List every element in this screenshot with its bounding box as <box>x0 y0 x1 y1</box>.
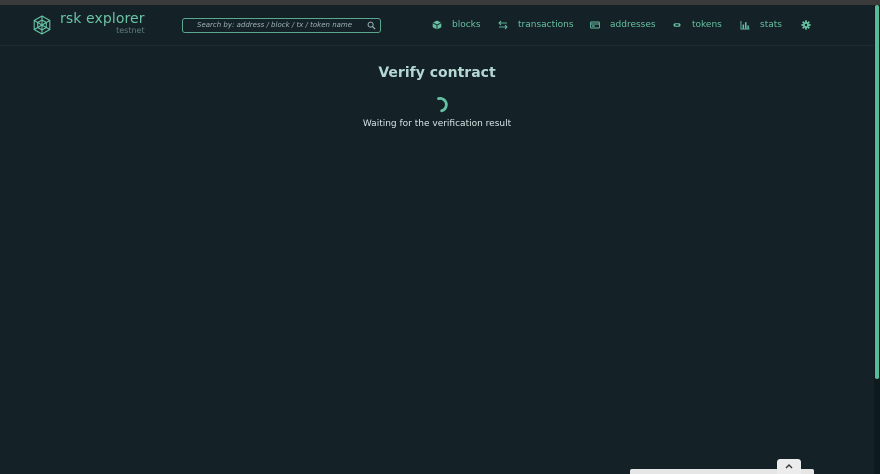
nav-item-label: blocks <box>452 20 481 30</box>
nav-item-label: tokens <box>692 20 722 30</box>
page-title: Verify contract <box>378 65 496 81</box>
search-icon[interactable] <box>367 21 376 30</box>
nav-item-blocks[interactable]: blocks <box>432 18 481 32</box>
network-label: testnet <box>116 26 145 35</box>
main-content: Verify contract Waiting for the verifica… <box>0 46 874 474</box>
search-box[interactable] <box>182 18 381 33</box>
scroll-to-top-button[interactable] <box>777 459 801 474</box>
scrollbar-thumb[interactable] <box>875 5 879 379</box>
loading-spinner-icon <box>437 97 448 113</box>
page-scrollbar[interactable] <box>874 5 880 474</box>
nav-item-addresses[interactable]: addresses <box>590 18 656 32</box>
page: rsk explorer testnet blocks <box>0 0 880 474</box>
nav-item-label: addresses <box>610 20 656 30</box>
header: rsk explorer testnet blocks <box>0 5 874 46</box>
nav-item-stats[interactable]: stats <box>740 18 782 32</box>
nav-item-label: stats <box>760 20 782 30</box>
chevron-up-icon <box>785 464 793 469</box>
brand[interactable]: rsk explorer testnet <box>32 10 145 40</box>
gear-icon[interactable] <box>801 20 811 30</box>
arrows-exchange-icon <box>498 20 508 30</box>
nav-item-label: transactions <box>518 20 574 30</box>
verification-status: Waiting for the verification result <box>362 119 512 129</box>
rsk-logo-icon <box>33 15 51 35</box>
nav-item-tokens[interactable]: tokens <box>672 18 722 32</box>
bar-chart-icon <box>740 21 750 30</box>
brand-text: rsk explorer testnet <box>60 10 145 35</box>
token-icon <box>673 23 681 27</box>
brand-name: rsk explorer <box>60 11 145 27</box>
cube-icon <box>432 20 442 30</box>
search-input[interactable] <box>197 19 357 32</box>
nav-item-transactions[interactable]: transactions <box>498 18 574 32</box>
card-icon <box>590 21 600 29</box>
